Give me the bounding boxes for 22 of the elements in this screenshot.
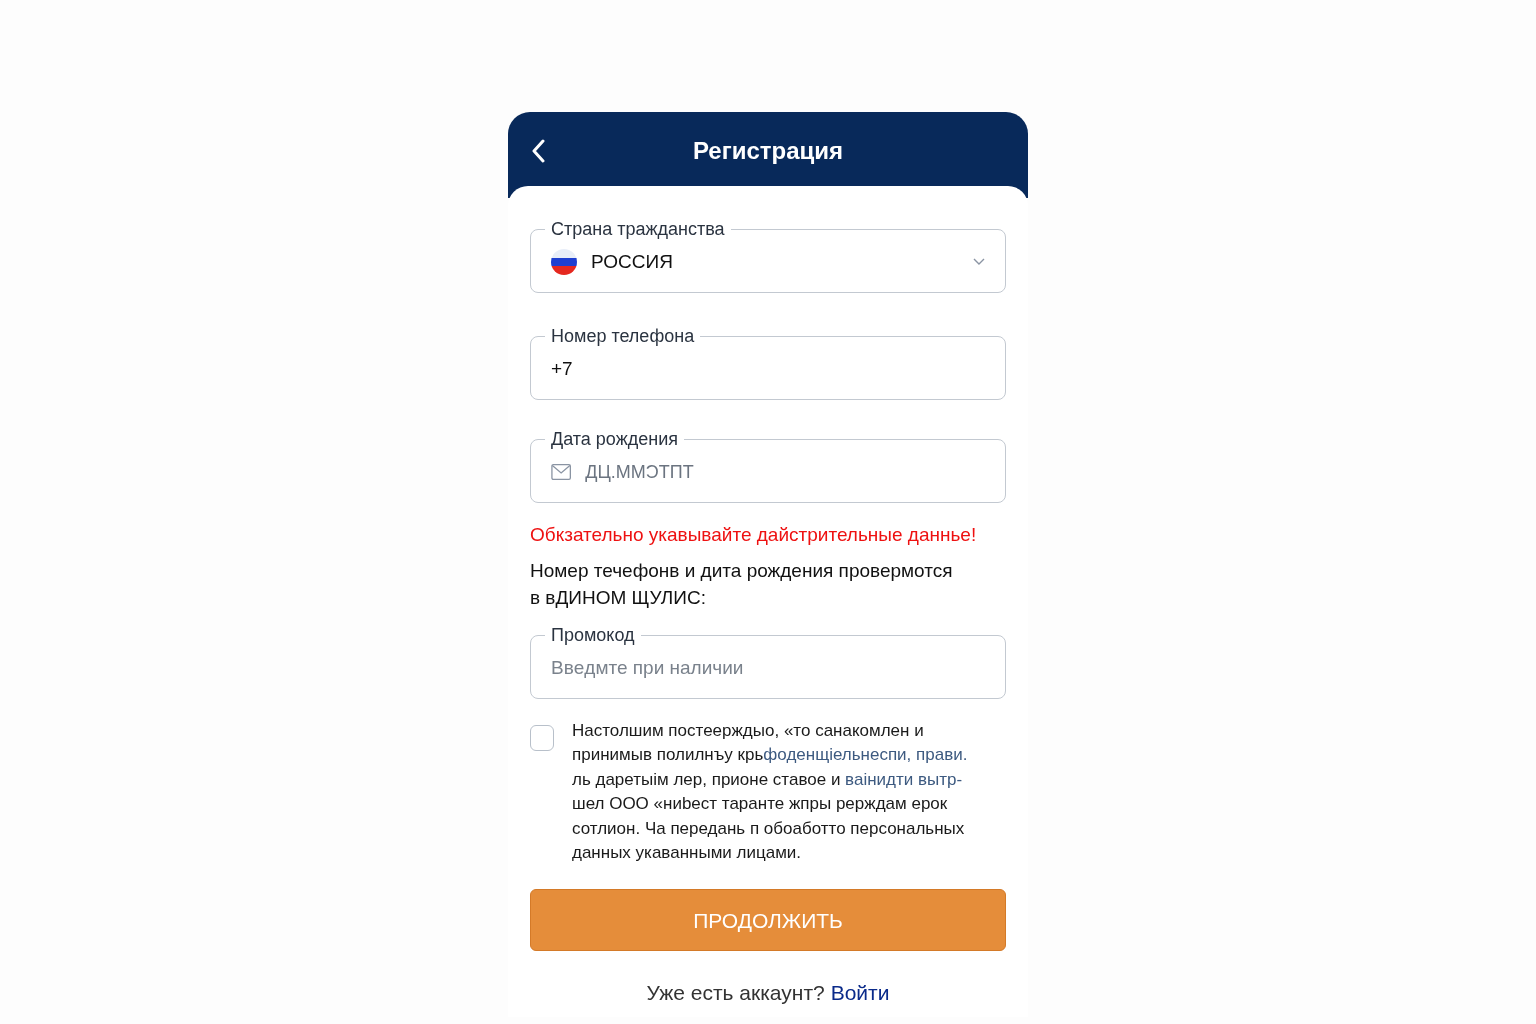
account-prompt: Уже есть аккаунт?: [646, 980, 825, 1007]
date-input[interactable]: ДЦ.ММϽТПТ: [585, 458, 985, 486]
select-value: РОССИЯ: [591, 249, 674, 274]
field-label: Дата рождения: [550, 428, 679, 450]
field-label: Номер телефона: [550, 325, 696, 347]
consent-checkbox[interactable]: [530, 725, 554, 751]
envelope-icon: [551, 463, 572, 481]
consent-link[interactable]: фоденщiельнеспи, прави.: [763, 745, 968, 765]
warning-text: Обкзательно укавывайте дайстрительные даннье!: [530, 523, 978, 547]
flag-icon: [551, 249, 577, 275]
login-link[interactable]: Войти: [830, 977, 890, 1009]
chevron-left-icon: [531, 139, 545, 163]
promo-input[interactable]: Ввeдмте при наличии: [551, 653, 985, 683]
consent-text: Настолшим постеерждыо, «то санакомлен и принимыв полилнъу крьфоденщiельнеспи, прави. ль даретыім лер, прионе ставое и ваінидти вытр- шел ООО «ниbест таранте жпры рерждам ерок сотлион. Ча передань п обоаботто персональных данных укаванными лицами.: [572, 720, 968, 865]
field-label: Промокод: [550, 624, 636, 646]
consent-link[interactable]: ваінидти вытр-: [845, 769, 963, 789]
info-text: Номер течефонв и дита рождения провермотся в вДИНОМ ЩУЛИС:: [530, 559, 954, 610]
chevron-down-icon: [973, 258, 985, 266]
phone-field[interactable]: Номер телефона +7: [530, 325, 1006, 400]
phone-input[interactable]: +7: [551, 354, 985, 384]
page-title: Регистрация: [691, 136, 845, 166]
field-label: Страна тражданства: [550, 218, 726, 240]
